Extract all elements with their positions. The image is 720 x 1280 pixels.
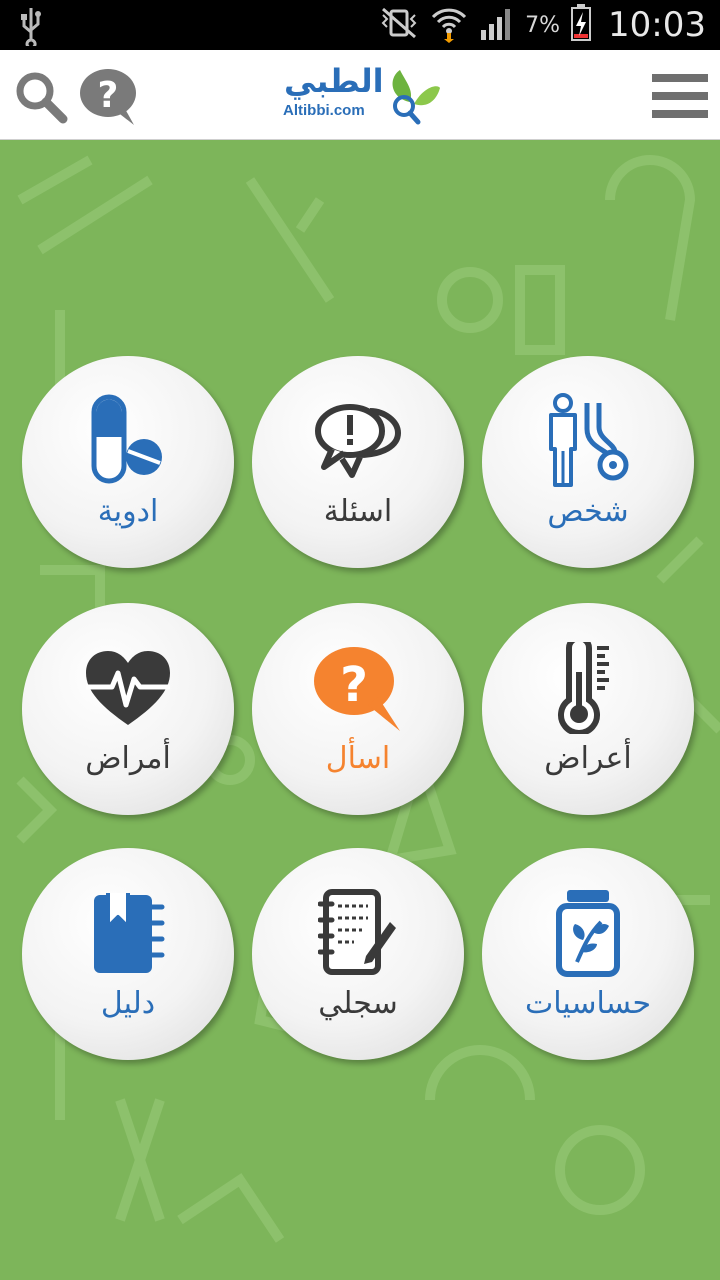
tile-directory[interactable]: دليل [22,848,234,1060]
usb-icon [16,6,46,50]
menu-icon[interactable] [648,64,712,128]
ask-question-icon[interactable]: ? [78,64,142,128]
notepad-pen-icon [252,888,464,978]
signal-icon [479,6,515,44]
app-header: ? الطبي Altibbi.com [0,50,720,140]
directory-notebook-icon [22,888,234,978]
tile-label: أعراض [544,741,632,776]
heart-pulse-icon [22,643,234,733]
tile-label: أمراض [85,741,171,776]
tile-questions[interactable]: اسئلة [252,356,464,568]
tile-label: اسئلة [323,494,393,529]
logo-english-text: Altibbi.com [283,102,365,119]
thermometer-icon [482,642,694,734]
vibrate-mute-icon [379,5,419,45]
tile-medications[interactable]: ادوية [22,356,234,568]
svg-text:?: ? [340,657,368,713]
status-bar: 7% 10:03 [0,0,720,50]
battery-percent: 7% [525,12,561,38]
logo-leaf-magnifier-icon [392,70,440,125]
clock: 10:03 [608,5,706,45]
tile-label: دليل [100,986,156,1021]
wifi-icon [429,3,469,47]
tile-label: اسأل [325,741,391,776]
app-logo: الطبي Altibbi.com [280,62,442,126]
tile-person[interactable]: شخص [482,356,694,568]
tile-my-record[interactable]: سجلي [252,848,464,1060]
tile-label: ادوية [97,494,159,529]
ask-question-icon: ? [252,643,464,733]
tile-label: حساسيات [524,986,652,1021]
tile-diseases[interactable]: أمراض [22,603,234,815]
tile-symptoms[interactable]: أعراض [482,603,694,815]
herb-jar-icon [482,888,694,978]
tile-label: سجلي [318,986,398,1021]
tile-ask[interactable]: ? اسأل [252,603,464,815]
person-stethoscope-icon [482,393,694,487]
pill-icon [22,394,234,486]
svg-text:?: ? [98,75,119,116]
search-icon[interactable] [8,64,72,128]
tile-allergies[interactable]: حساسيات [482,848,694,1060]
logo-arabic-text: الطبي [284,62,384,100]
battery-charging-icon [570,4,592,46]
tile-label: شخص [547,494,629,529]
speech-bubbles-icon [252,396,464,486]
